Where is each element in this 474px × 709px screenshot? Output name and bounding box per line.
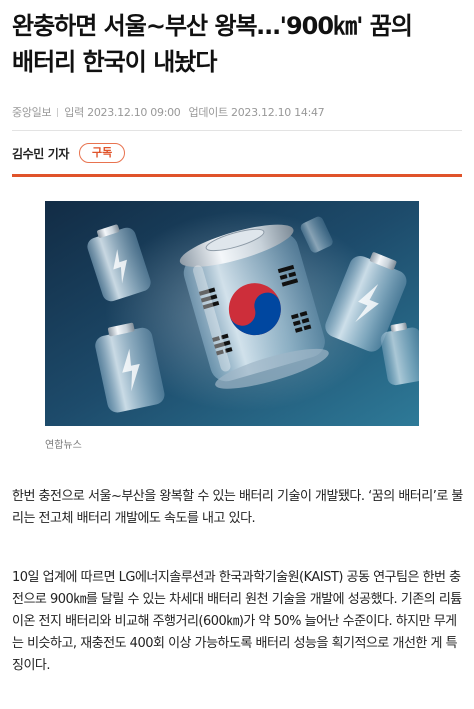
article-paragraph: 10일 업계에 따르면 LG에너지솔루션과 한국과학기술원(KAIST) 공동 …	[12, 570, 462, 673]
updated-label: 업데이트	[188, 106, 229, 119]
battery-illustration	[45, 201, 419, 426]
published-time: 2023.12.10 09:00	[87, 106, 181, 119]
updated-time: 2023.12.10 14:47	[231, 106, 325, 119]
image-caption: 연합뉴스	[45, 440, 82, 451]
published-label: 입력	[64, 106, 84, 119]
article-meta: 중앙일보 입력 2023.12.10 09:00 업데이트 2023.12.10 1…	[12, 104, 325, 120]
article-headline: 완충하면 서울~부산 왕복…'900㎞' 꿈의 배터리 한국이 내놨다	[12, 12, 413, 76]
author-name[interactable]: 김수민 기자	[12, 145, 69, 162]
article-page: 완충하면 서울~부산 왕복…'900㎞' 꿈의 배터리 한국이 내놨다 중앙일보…	[0, 0, 474, 709]
source-name[interactable]: 중앙일보	[12, 106, 52, 119]
accent-divider	[12, 174, 462, 177]
meta-divider	[57, 108, 59, 117]
article-paragraph: 한번 충전으로 서울~부산을 왕복할 수 있는 배터리 기술이 개발됐다. ‘꿈…	[12, 489, 463, 526]
article-image	[45, 201, 419, 426]
meta-divider-line	[12, 130, 462, 131]
byline: 김수민 기자 구독	[12, 141, 126, 165]
subscribe-button[interactable]: 구독	[78, 143, 126, 163]
